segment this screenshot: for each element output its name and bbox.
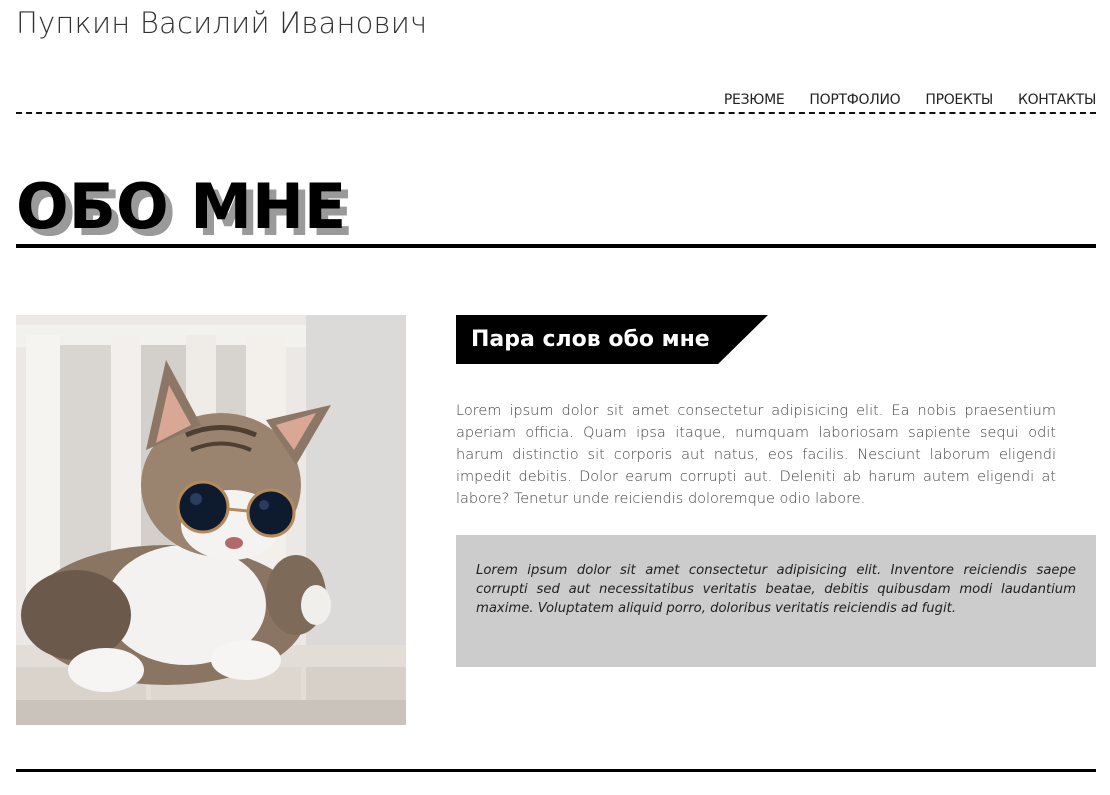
site-title: Пупкин Василий Иванович xyxy=(16,6,428,40)
nav-divider xyxy=(16,112,1096,114)
footer-divider xyxy=(16,769,1096,772)
intro-paragraph: Lorem ipsum dolor sit amet consectetur a… xyxy=(456,403,1056,507)
cat-illustration xyxy=(16,315,406,725)
quote-box: Lorem ipsum dolor sit amet consectetur a… xyxy=(456,535,1096,667)
page: Пупкин Василий Иванович РЕЗЮМЕ ПОРТФОЛИО… xyxy=(0,0,1110,795)
main-nav: РЕЗЮМЕ ПОРТФОЛИО ПРОЕКТЫ КОНТАКТЫ xyxy=(724,92,1096,108)
quote-text: Lorem ipsum dolor sit amet consectetur a… xyxy=(476,563,1076,616)
nav-item-resume[interactable]: РЕЗЮМЕ xyxy=(724,92,785,108)
profile-photo xyxy=(16,315,406,725)
nav-item-contacts[interactable]: КОНТАКТЫ xyxy=(1018,92,1096,108)
heading-divider xyxy=(16,244,1096,248)
page-heading: ОБО МНЕ xyxy=(16,170,347,243)
section-subheading: Пара слов обо мне xyxy=(456,315,768,364)
nav-item-projects[interactable]: ПРОЕКТЫ xyxy=(925,92,993,108)
nav-item-portfolio[interactable]: ПОРТФОЛИО xyxy=(809,92,900,108)
